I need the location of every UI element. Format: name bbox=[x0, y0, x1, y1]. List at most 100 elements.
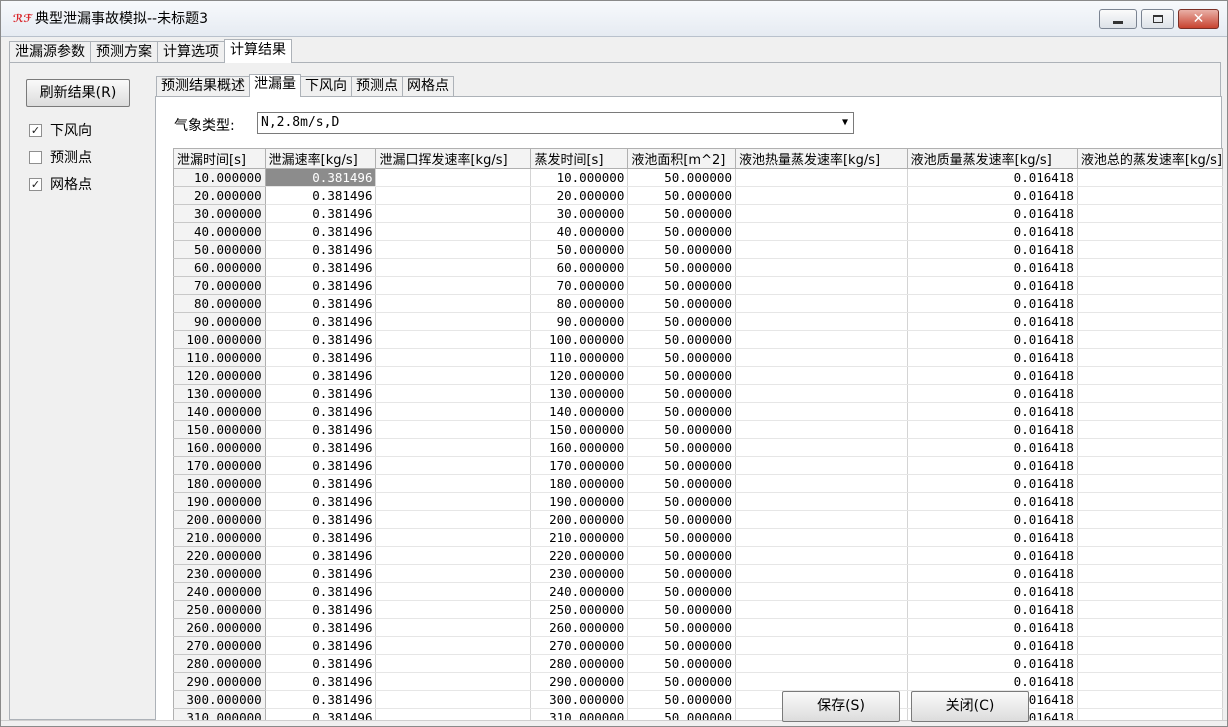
table-cell[interactable]: 0.381496 bbox=[265, 636, 377, 655]
table-cell[interactable] bbox=[1077, 204, 1223, 223]
table-row[interactable]: 170.000000 0.381496 170.000000 50.000000 0.0… bbox=[173, 456, 1223, 475]
table-cell[interactable]: 0.016418 bbox=[907, 564, 1078, 583]
table-cell[interactable] bbox=[375, 276, 532, 295]
table-cell[interactable]: 50.000000 bbox=[627, 510, 736, 529]
table-cell[interactable]: 270.000000 bbox=[530, 636, 629, 655]
table-cell[interactable]: 0.016418 bbox=[907, 456, 1078, 475]
table-cell[interactable]: 290.000000 bbox=[530, 672, 629, 691]
table-cell[interactable]: 0.381496 bbox=[265, 420, 377, 439]
table-cell[interactable] bbox=[735, 294, 908, 313]
table-cell[interactable]: 0.381496 bbox=[265, 474, 377, 493]
table-cell[interactable]: 80.000000 bbox=[530, 294, 629, 313]
table-cell[interactable] bbox=[735, 420, 908, 439]
checkbox-downwind[interactable]: ✓ 下风向 bbox=[29, 121, 92, 139]
table-cell[interactable]: 0.016418 bbox=[907, 168, 1078, 187]
table-cell[interactable] bbox=[375, 564, 532, 583]
table-cell[interactable]: 0.016418 bbox=[907, 510, 1078, 529]
table-cell[interactable]: 0.016418 bbox=[907, 492, 1078, 511]
table-cell[interactable]: 0.016418 bbox=[907, 312, 1078, 331]
table-cell[interactable]: 0.381496 bbox=[265, 312, 377, 331]
row-header-cell[interactable]: 10.000000 bbox=[173, 168, 266, 187]
table-cell[interactable] bbox=[735, 546, 908, 565]
table-cell[interactable]: 50.000000 bbox=[627, 528, 736, 547]
table-cell[interactable]: 50.000000 bbox=[627, 312, 736, 331]
table-cell[interactable] bbox=[735, 384, 908, 403]
table-cell[interactable]: 50.000000 bbox=[627, 240, 736, 259]
table-cell[interactable] bbox=[1077, 240, 1223, 259]
table-cell[interactable] bbox=[735, 456, 908, 475]
table-cell[interactable] bbox=[735, 600, 908, 619]
row-header-cell[interactable]: 110.000000 bbox=[173, 348, 266, 367]
row-header-cell[interactable]: 290.000000 bbox=[173, 672, 266, 691]
save-button[interactable]: 保存(S) bbox=[782, 691, 900, 722]
table-cell[interactable]: 50.000000 bbox=[627, 546, 736, 565]
table-cell[interactable]: 50.000000 bbox=[627, 564, 736, 583]
table-cell[interactable] bbox=[1077, 546, 1223, 565]
table-cell[interactable]: 130.000000 bbox=[530, 384, 629, 403]
table-cell[interactable]: 0.381496 bbox=[265, 276, 377, 295]
col-header-orifice-evap-rate[interactable]: 泄漏口挥发速率[kg/s] bbox=[375, 148, 532, 169]
tab-prediction-points[interactable]: 预测点 bbox=[351, 76, 403, 97]
table-cell[interactable] bbox=[1077, 528, 1223, 547]
table-cell[interactable] bbox=[375, 600, 532, 619]
table-cell[interactable] bbox=[1077, 510, 1223, 529]
table-cell[interactable]: 30.000000 bbox=[530, 204, 629, 223]
table-cell[interactable]: 50.000000 bbox=[627, 294, 736, 313]
checkbox-grid-points[interactable]: ✓ 网格点 bbox=[29, 175, 92, 193]
weather-type-select[interactable]: N,2.8m/s,D ▼ bbox=[257, 112, 854, 134]
table-cell[interactable]: 0.381496 bbox=[265, 294, 377, 313]
table-cell[interactable] bbox=[375, 204, 532, 223]
table-cell[interactable]: 0.381496 bbox=[265, 348, 377, 367]
table-cell[interactable]: 0.016418 bbox=[907, 618, 1078, 637]
table-cell[interactable]: 0.381496 bbox=[265, 492, 377, 511]
table-cell[interactable] bbox=[1077, 492, 1223, 511]
table-cell[interactable]: 50.000000 bbox=[627, 420, 736, 439]
table-cell[interactable]: 0.381496 bbox=[265, 564, 377, 583]
table-cell[interactable]: 140.000000 bbox=[530, 402, 629, 421]
table-cell[interactable]: 0.016418 bbox=[907, 240, 1078, 259]
table-row[interactable]: 150.000000 0.381496 150.000000 50.000000 0.0… bbox=[173, 420, 1223, 439]
table-cell[interactable]: 0.381496 bbox=[265, 168, 377, 187]
table-cell[interactable]: 0.381496 bbox=[265, 528, 377, 547]
table-cell[interactable]: 100.000000 bbox=[530, 330, 629, 349]
table-cell[interactable] bbox=[735, 168, 908, 187]
row-header-cell[interactable]: 80.000000 bbox=[173, 294, 266, 313]
table-cell[interactable]: 0.381496 bbox=[265, 456, 377, 475]
table-cell[interactable] bbox=[375, 528, 532, 547]
col-header-pool-area[interactable]: 液池面积[m^2] bbox=[627, 148, 736, 169]
table-cell[interactable]: 50.000000 bbox=[627, 690, 736, 709]
table-row[interactable]: 130.000000 0.381496 130.000000 50.000000 0.0… bbox=[173, 384, 1223, 403]
table-cell[interactable]: 0.016418 bbox=[907, 348, 1078, 367]
tab-leak-amount[interactable]: 泄漏量 bbox=[249, 74, 301, 97]
table-cell[interactable]: 200.000000 bbox=[530, 510, 629, 529]
tab-leak-source-params[interactable]: 泄漏源参数 bbox=[9, 41, 91, 63]
table-cell[interactable] bbox=[375, 348, 532, 367]
row-header-cell[interactable]: 280.000000 bbox=[173, 654, 266, 673]
row-header-cell[interactable]: 220.000000 bbox=[173, 546, 266, 565]
table-cell[interactable]: 50.000000 bbox=[627, 492, 736, 511]
table-cell[interactable]: 0.381496 bbox=[265, 690, 377, 709]
table-cell[interactable]: 0.016418 bbox=[907, 384, 1078, 403]
table-row[interactable]: 90.000000 0.381496 90.000000 50.000000 0.016… bbox=[173, 312, 1223, 331]
maximize-button[interactable] bbox=[1141, 9, 1174, 29]
table-cell[interactable] bbox=[1077, 384, 1223, 403]
table-cell[interactable]: 0.381496 bbox=[265, 384, 377, 403]
table-row[interactable]: 50.000000 0.381496 50.000000 50.000000 0.016… bbox=[173, 240, 1223, 259]
table-cell[interactable] bbox=[1077, 312, 1223, 331]
table-cell[interactable]: 50.000000 bbox=[627, 366, 736, 385]
table-cell[interactable]: 0.381496 bbox=[265, 582, 377, 601]
row-header-cell[interactable]: 270.000000 bbox=[173, 636, 266, 655]
row-header-cell[interactable]: 50.000000 bbox=[173, 240, 266, 259]
table-cell[interactable] bbox=[375, 636, 532, 655]
table-cell[interactable] bbox=[1077, 258, 1223, 277]
table-cell[interactable] bbox=[1077, 294, 1223, 313]
table-cell[interactable]: 0.016418 bbox=[907, 402, 1078, 421]
table-cell[interactable] bbox=[1077, 690, 1223, 709]
row-header-cell[interactable]: 300.000000 bbox=[173, 690, 266, 709]
table-row[interactable]: 190.000000 0.381496 190.000000 50.000000 0.0… bbox=[173, 492, 1223, 511]
row-header-cell[interactable]: 140.000000 bbox=[173, 402, 266, 421]
table-cell[interactable] bbox=[735, 240, 908, 259]
table-cell[interactable] bbox=[375, 456, 532, 475]
row-header-cell[interactable]: 240.000000 bbox=[173, 582, 266, 601]
table-cell[interactable] bbox=[1077, 366, 1223, 385]
